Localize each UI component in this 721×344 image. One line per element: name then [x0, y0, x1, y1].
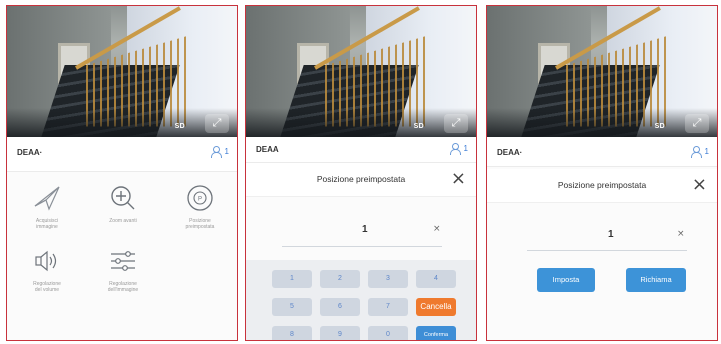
user-icon	[449, 143, 461, 155]
send-icon	[12, 181, 82, 215]
confirm-button[interactable]: Conferma	[416, 326, 456, 340]
function-label: Regolazione del volume	[33, 281, 61, 293]
user-icon	[210, 146, 222, 158]
user-icon	[690, 146, 702, 158]
preset-value-input[interactable]: 1	[362, 224, 368, 235]
sd-quality-badge[interactable]: SD	[175, 123, 185, 130]
capture-image-button[interactable]: Acquisisci immagine	[12, 181, 82, 230]
image-adjust-button[interactable]: Regolazione dell'immagine	[88, 244, 158, 293]
volume-button[interactable]: Regolazione del volume	[12, 244, 82, 293]
camera-view[interactable]: SD ⤢	[487, 6, 717, 137]
sd-quality-badge[interactable]: SD	[414, 123, 424, 130]
device-bar: DEAA· 1	[7, 137, 237, 172]
key-4[interactable]: 4	[416, 270, 456, 288]
device-name: DEAA·	[17, 148, 43, 157]
keypad: 1 2 3 4 5 6 7 Cancella 8 9 0 Conferma	[246, 260, 476, 340]
set-button[interactable]: Imposta	[537, 268, 595, 292]
sd-quality-badge[interactable]: SD	[655, 123, 665, 130]
fullscreen-icon[interactable]: ⤢	[205, 114, 229, 133]
recall-button[interactable]: Richiama	[626, 268, 686, 292]
preset-position-button[interactable]: P Posizione preimpostata	[165, 181, 235, 230]
input-underline	[527, 250, 687, 251]
preset-title: Posizione preimpostata	[557, 180, 647, 190]
camera-view[interactable]: SD ⤢	[246, 6, 476, 137]
clear-icon[interactable]: ×	[677, 229, 685, 239]
key-7[interactable]: 7	[368, 298, 408, 316]
camera-shade	[246, 108, 476, 137]
preset-header: Posizione preimpostata ×	[246, 163, 476, 197]
key-2[interactable]: 2	[320, 270, 360, 288]
key-8[interactable]: 8	[272, 326, 312, 340]
user-count: 1	[690, 146, 709, 158]
speaker-icon	[12, 244, 82, 278]
fullscreen-icon[interactable]: ⤢	[444, 114, 468, 133]
panel-preset-actions: SD ⤢ DEAA· 1 Posizione preimpostata × 1 …	[486, 5, 718, 341]
function-label: Regolazione dell'immagine	[107, 281, 139, 293]
preset-icon: P	[165, 181, 235, 215]
key-0[interactable]: 0	[368, 326, 408, 340]
close-icon[interactable]: ×	[451, 168, 466, 189]
panel-preset-keypad: SD ⤢ DEAA 1 Posizione preimpostata × 1 ×…	[245, 5, 477, 341]
function-label: Acquisisci immagine	[35, 218, 59, 230]
key-1[interactable]: 1	[272, 270, 312, 288]
user-count-value: 1	[224, 147, 229, 156]
camera-view[interactable]: SD ⤢	[7, 6, 237, 137]
user-count-value: 1	[704, 147, 709, 156]
key-3[interactable]: 3	[368, 270, 408, 288]
user-count-value: 1	[463, 144, 468, 153]
device-bar: DEAA 1	[246, 137, 476, 163]
function-label: Zoom avanti	[109, 218, 137, 224]
clear-icon[interactable]: ×	[433, 224, 441, 234]
camera-shade	[487, 108, 717, 137]
preset-title: Posizione preimpostata	[316, 174, 406, 184]
user-count: 1	[449, 143, 468, 155]
key-6[interactable]: 6	[320, 298, 360, 316]
close-icon[interactable]: ×	[692, 174, 707, 195]
fullscreen-icon[interactable]: ⤢	[685, 114, 709, 133]
preset-header: Posizione preimpostata ×	[487, 169, 717, 203]
cancel-button[interactable]: Cancella	[416, 298, 456, 316]
zoom-in-icon	[88, 181, 158, 215]
panel-functions: SD ⤢ DEAA· 1 Acquisisci immagine Zoom av…	[6, 5, 238, 341]
device-name: DEAA	[256, 145, 279, 154]
zoom-in-button[interactable]: Zoom avanti	[88, 181, 158, 224]
input-underline	[282, 246, 442, 247]
device-name: DEAA·	[497, 148, 523, 157]
sliders-icon	[88, 244, 158, 278]
key-5[interactable]: 5	[272, 298, 312, 316]
svg-text:P: P	[198, 197, 202, 203]
key-9[interactable]: 9	[320, 326, 360, 340]
preset-value-input[interactable]: 1	[608, 229, 614, 240]
user-count: 1	[210, 146, 229, 158]
function-label: Posizione preimpostata	[185, 218, 215, 230]
device-bar: DEAA· 1	[487, 137, 717, 167]
camera-shade	[7, 108, 237, 137]
